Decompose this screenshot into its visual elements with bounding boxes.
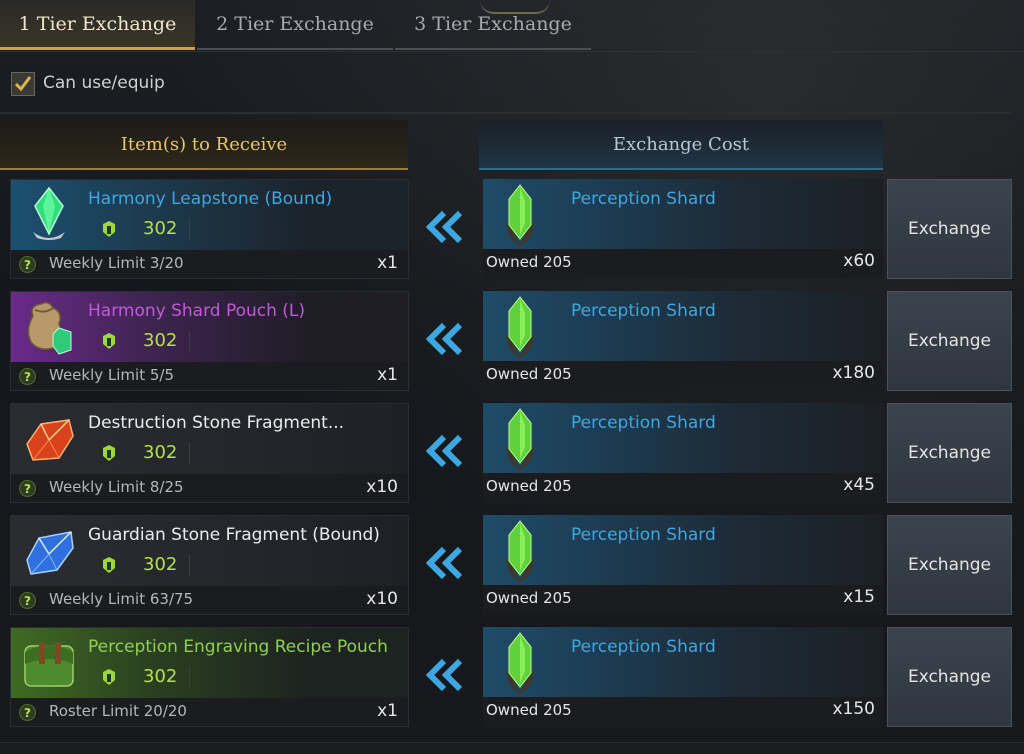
leapstone-icon (33, 186, 65, 240)
header-ornament (480, 0, 550, 14)
divider (189, 442, 190, 464)
can-use-equip-label: Can use/equip (43, 73, 165, 93)
divider (189, 666, 190, 688)
item-name: Destruction Stone Fragment... (88, 413, 345, 433)
bottom-border (0, 742, 1024, 754)
receive-item-slot[interactable]: Harmony Leapstone (Bound) 302 ? Weekly L… (10, 179, 409, 279)
recipe-pouch-icon (24, 642, 74, 687)
tab-1-tier[interactable]: 1 Tier Exchange (0, 0, 195, 50)
owned-count: Owned 205 (486, 477, 572, 495)
question-icon[interactable]: ? (19, 704, 36, 721)
checkmark-icon (14, 76, 32, 92)
item-level-icon (103, 221, 115, 237)
divider (189, 218, 190, 240)
can-use-equip-checkbox[interactable] (11, 72, 35, 96)
exchange-row: Destruction Stone Fragment... 302 ? Week… (0, 403, 1024, 503)
perception-shard-icon (505, 408, 535, 471)
exchange-button[interactable]: Exchange (887, 403, 1012, 503)
exchange-button[interactable]: Exchange (887, 179, 1012, 279)
item-level: 302 (143, 666, 178, 687)
receive-quantity: x10 (366, 477, 398, 497)
guardian-stone-icon (26, 531, 74, 575)
exchange-button[interactable]: Exchange (887, 291, 1012, 391)
cost-quantity: x15 (843, 587, 875, 607)
cost-item-name: Perception Shard (571, 525, 716, 545)
cost-quantity: x60 (843, 251, 875, 271)
limit-text: Weekly Limit 8/25 (49, 478, 184, 496)
receive-header: Item(s) to Receive (0, 120, 408, 170)
item-level-icon (103, 557, 115, 573)
cost-item-name: Perception Shard (571, 637, 716, 657)
item-level: 302 (143, 554, 178, 575)
item-level-icon (103, 445, 115, 461)
cost-quantity: x45 (843, 475, 875, 495)
item-name: Harmony Leapstone (Bound) (88, 189, 333, 209)
shard-pouch-icon (27, 301, 72, 355)
owned-count: Owned 205 (486, 253, 572, 271)
destruction-stone-icon (26, 419, 74, 461)
limit-text: Weekly Limit 5/5 (49, 366, 175, 384)
item-name: Harmony Shard Pouch (L) (88, 301, 306, 321)
cost-item-slot[interactable]: Perception Shard Owned 205 x180 (483, 291, 883, 391)
owned-count: Owned 205 (486, 589, 572, 607)
owned-count: Owned 205 (486, 701, 572, 719)
exchange-row: Harmony Leapstone (Bound) 302 ? Weekly L… (0, 179, 1024, 279)
exchange-row: Perception Engraving Recipe Pouch 302 ? … (0, 627, 1024, 727)
cost-quantity: x180 (832, 363, 875, 383)
divider (0, 51, 1024, 52)
cost-item-slot[interactable]: Perception Shard Owned 205 x60 (483, 179, 883, 279)
exchange-button[interactable]: Exchange (887, 515, 1012, 615)
owned-count: Owned 205 (486, 365, 572, 383)
item-name: Perception Engraving Recipe Pouch (88, 637, 388, 657)
limit-text: Weekly Limit 63/75 (49, 590, 194, 608)
receive-item-slot[interactable]: Harmony Shard Pouch (L) 302 ? Weekly Lim… (10, 291, 409, 391)
cost-item-name: Perception Shard (571, 301, 716, 321)
cost-item-name: Perception Shard (571, 413, 716, 433)
receive-quantity: x1 (377, 253, 398, 273)
exchange-button[interactable]: Exchange (887, 627, 1012, 727)
cost-item-slot[interactable]: Perception Shard Owned 205 x45 (483, 403, 883, 503)
receive-quantity: x1 (377, 365, 398, 385)
perception-shard-icon (505, 520, 535, 583)
double-chevron-left-icon (425, 546, 463, 580)
item-level-icon (103, 333, 115, 349)
receive-quantity: x10 (366, 589, 398, 609)
item-name: Guardian Stone Fragment (Bound) (88, 525, 380, 545)
limit-text: Roster Limit 20/20 (49, 702, 187, 720)
item-level: 302 (143, 442, 178, 463)
double-chevron-left-icon (425, 210, 463, 244)
item-level-icon (103, 669, 115, 685)
divider (0, 112, 1012, 114)
exchange-row: Harmony Shard Pouch (L) 302 ? Weekly Lim… (0, 291, 1024, 391)
cost-header: Exchange Cost (479, 120, 883, 170)
cost-item-name: Perception Shard (571, 189, 716, 209)
double-chevron-left-icon (425, 322, 463, 356)
tab-2-tier[interactable]: 2 Tier Exchange (197, 0, 393, 50)
perception-shard-icon (505, 296, 535, 359)
receive-item-slot[interactable]: Perception Engraving Recipe Pouch 302 ? … (10, 627, 409, 727)
receive-item-slot[interactable]: Guardian Stone Fragment (Bound) 302 ? We… (10, 515, 409, 615)
limit-text: Weekly Limit 3/20 (49, 254, 184, 272)
perception-shard-icon (505, 632, 535, 695)
receive-quantity: x1 (377, 701, 398, 721)
double-chevron-left-icon (425, 658, 463, 692)
double-chevron-left-icon (425, 434, 463, 468)
question-icon[interactable]: ? (19, 368, 36, 385)
cost-item-slot[interactable]: Perception Shard Owned 205 x15 (483, 515, 883, 615)
cost-item-slot[interactable]: Perception Shard Owned 205 x150 (483, 627, 883, 727)
perception-shard-icon (505, 184, 535, 247)
question-icon[interactable]: ? (19, 256, 36, 273)
item-level: 302 (143, 330, 178, 351)
question-icon[interactable]: ? (19, 480, 36, 497)
question-icon[interactable]: ? (19, 592, 36, 609)
divider (189, 554, 190, 576)
exchange-row: Guardian Stone Fragment (Bound) 302 ? We… (0, 515, 1024, 615)
item-level: 302 (143, 218, 178, 239)
receive-item-slot[interactable]: Destruction Stone Fragment... 302 ? Week… (10, 403, 409, 503)
cost-quantity: x150 (832, 699, 875, 719)
divider (189, 330, 190, 352)
